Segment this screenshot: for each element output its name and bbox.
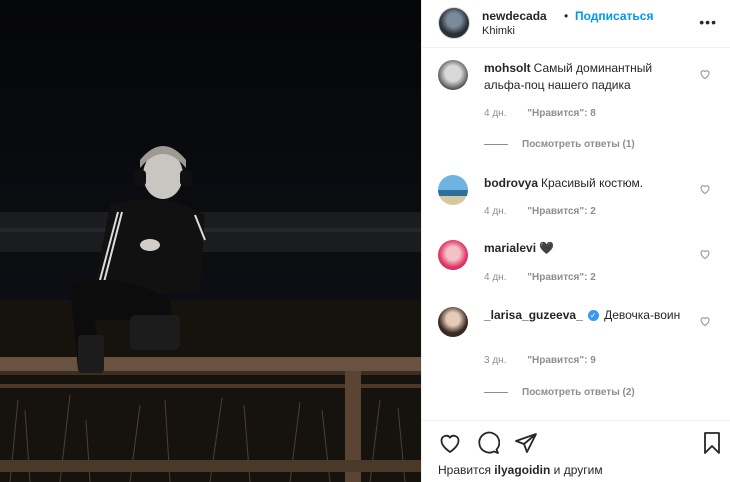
heart-icon[interactable] — [699, 248, 711, 260]
comment-text: Девочка-воин — [604, 308, 681, 322]
heart-icon[interactable] — [699, 68, 711, 80]
comment-body: marialevi 🖤 — [484, 240, 689, 257]
likes-suffix[interactable]: и другим — [554, 463, 603, 477]
comment-body: mohsolt Самый доминантный альфа-поц нашег… — [484, 60, 689, 94]
instagram-post: newdecada • Подписаться Khimki ••• mohso… — [0, 0, 730, 482]
comment-meta: 3 дн. "Нравится": 9 — [484, 355, 596, 366]
view-replies-label: Посмотреть ответы (2) — [522, 387, 635, 398]
comment-avatar[interactable] — [438, 60, 468, 90]
comment-avatar[interactable] — [438, 307, 468, 337]
header-separator: • — [564, 9, 569, 23]
comment-time[interactable]: 4 дн. — [484, 108, 506, 119]
comment-username[interactable]: mohsolt — [484, 61, 531, 75]
comment-time[interactable]: 4 дн. — [484, 206, 506, 217]
likes-prefix: Нравится — [438, 463, 491, 477]
replies-divider — [484, 143, 508, 145]
post-actions: Нравится ilyagoidin и другим — [422, 420, 730, 482]
comment-likes[interactable]: "Нравится": 2 — [527, 272, 596, 283]
comment-avatar[interactable] — [438, 240, 468, 270]
comment-username[interactable]: _larisa_guzeeva_ — [484, 308, 583, 322]
view-replies-button[interactable]: Посмотреть ответы (1) — [484, 139, 635, 150]
comment-text: Красивый костюм. — [541, 176, 644, 190]
post-side-panel: newdecada • Подписаться Khimki ••• mohso… — [421, 0, 730, 482]
post-photo[interactable] — [0, 0, 421, 482]
comment-icon[interactable] — [476, 431, 500, 455]
replies-divider — [484, 391, 508, 393]
photo-illustration — [0, 0, 421, 482]
comment-likes[interactable]: "Нравится": 9 — [527, 355, 596, 366]
heart-icon[interactable] — [699, 183, 711, 195]
view-replies-button[interactable]: Посмотреть ответы (2) — [484, 387, 635, 398]
comment-time[interactable]: 3 дн. — [484, 355, 506, 366]
heart-icon[interactable] — [438, 431, 462, 455]
comment-time[interactable]: 4 дн. — [484, 272, 506, 283]
comment-username[interactable]: bodrovya — [484, 176, 538, 190]
comment-body: bodrovya Красивый костюм. — [484, 175, 689, 192]
comment-username[interactable]: marialevi — [484, 241, 536, 255]
comment-text: 🖤 — [539, 241, 554, 255]
verified-icon: ✓ — [587, 310, 599, 321]
follow-button[interactable]: Подписаться — [575, 9, 653, 23]
comment-likes[interactable]: "Нравится": 2 — [527, 206, 596, 217]
comment-likes[interactable]: "Нравится": 8 — [527, 108, 596, 119]
likes-summary: Нравится ilyagoidin и другим — [438, 463, 603, 477]
author-avatar[interactable] — [438, 7, 470, 39]
bookmark-icon[interactable] — [700, 431, 724, 455]
author-username[interactable]: newdecada — [482, 9, 547, 23]
view-replies-label: Посмотреть ответы (1) — [522, 139, 635, 150]
comment-body: _larisa_guzeeva_ ✓ Девочка-воин — [484, 307, 689, 324]
comment-meta: 4 дн. "Нравится": 8 — [484, 108, 596, 119]
post-header: newdecada • Подписаться Khimki ••• — [422, 0, 730, 48]
share-icon[interactable] — [514, 431, 538, 455]
heart-icon[interactable] — [699, 315, 711, 327]
comment-avatar[interactable] — [438, 175, 468, 205]
more-icon[interactable]: ••• — [699, 14, 717, 30]
comment-meta: 4 дн. "Нравится": 2 — [484, 206, 596, 217]
post-location[interactable]: Khimki — [482, 25, 515, 37]
comment-meta: 4 дн. "Нравится": 2 — [484, 272, 596, 283]
liked-by-username[interactable]: ilyagoidin — [494, 463, 550, 477]
